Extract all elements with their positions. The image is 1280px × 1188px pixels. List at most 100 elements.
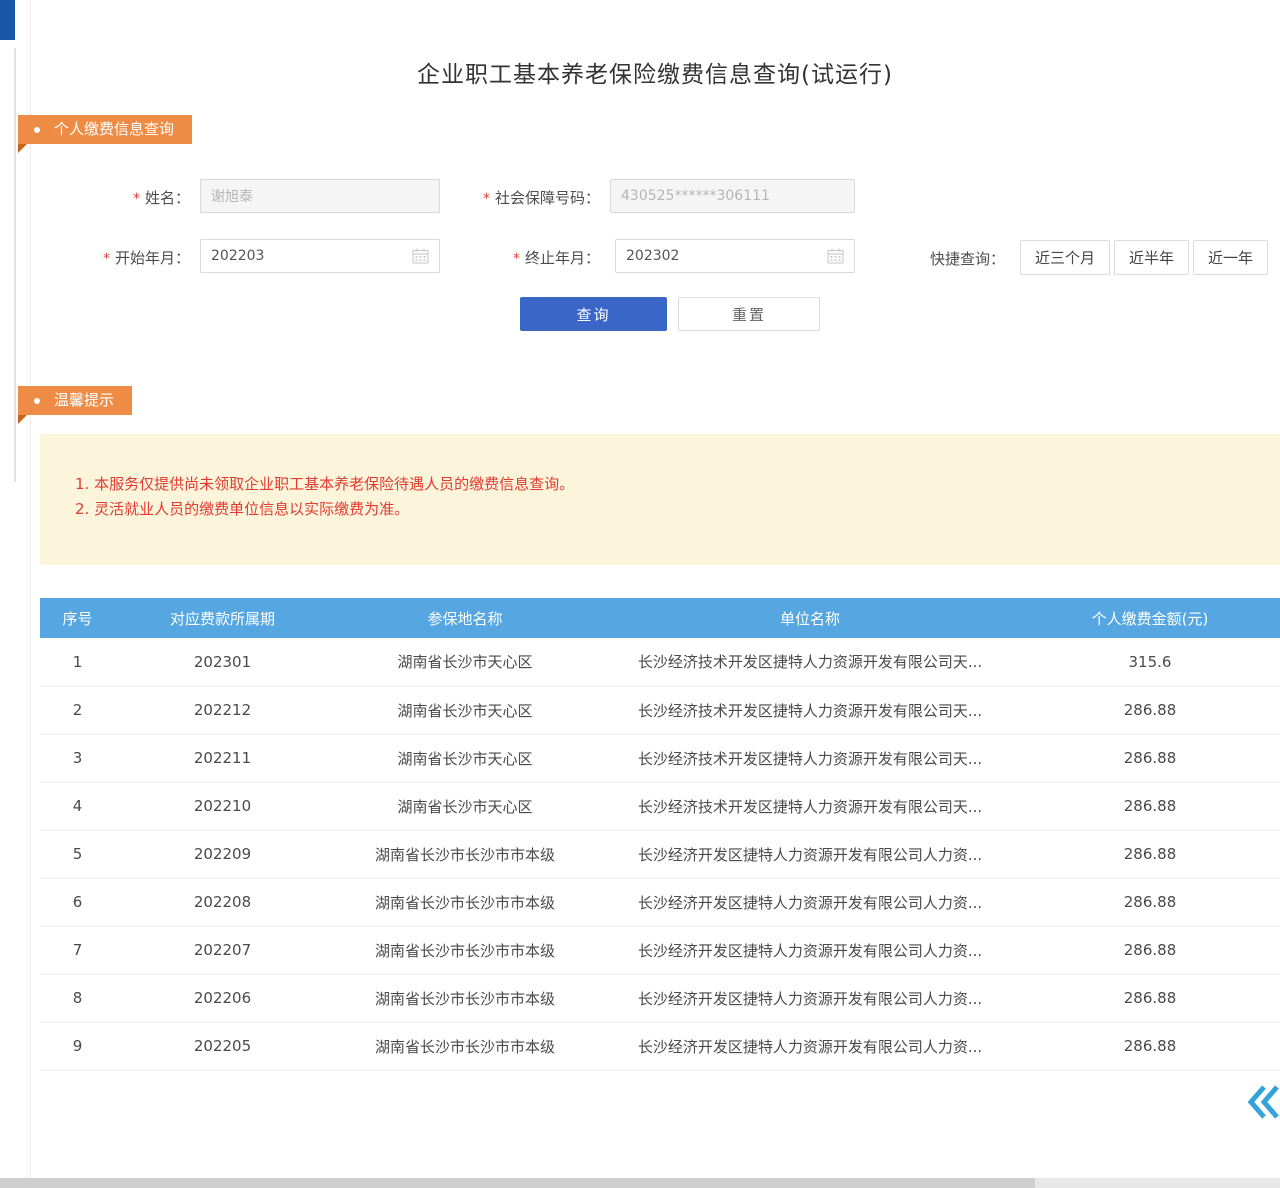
start-date-label: *开始年月： [60, 247, 190, 268]
section-badge-personal-query: 个人缴费信息查询 [18, 115, 192, 144]
table-cell-3: 长沙经济技术开发区捷特人力资源开发有限公司天... [600, 734, 1020, 782]
bullet-icon [34, 398, 40, 404]
table-cell-4: 286.88 [1020, 686, 1280, 734]
notice-line: 2. 灵活就业人员的缴费单位信息以实际缴费为准。 [75, 497, 1250, 522]
table-cell-0: 4 [40, 782, 115, 830]
table-cell-1: 202207 [115, 926, 330, 974]
calendar-icon[interactable] [827, 248, 844, 264]
table-cell-2: 湖南省长沙市长沙市市本级 [330, 974, 600, 1022]
notice-box: 1. 本服务仅提供尚未领取企业职工基本养老保险待遇人员的缴费信息查询。2. 灵活… [40, 434, 1280, 565]
sidebar-accent [0, 0, 15, 40]
table-cell-1: 202210 [115, 782, 330, 830]
table-row: 7202207湖南省长沙市长沙市市本级长沙经济开发区捷特人力资源开发有限公司人力… [40, 926, 1280, 974]
section-badge-label: 个人缴费信息查询 [54, 115, 174, 144]
column-header-2: 参保地名称 [330, 598, 600, 638]
table-row: 4202210湖南省长沙市天心区长沙经济技术开发区捷特人力资源开发有限公司天..… [40, 782, 1280, 830]
table-cell-0: 9 [40, 1022, 115, 1070]
table-cell-0: 3 [40, 734, 115, 782]
quick-query-label: 快捷查询： [930, 248, 1005, 269]
table-cell-4: 286.88 [1020, 1022, 1280, 1070]
page: 企业职工基本养老保险缴费信息查询(试运行) 个人缴费信息查询 *姓名： 谢旭泰 … [0, 0, 1280, 1188]
table-cell-0: 5 [40, 830, 115, 878]
quick-option-1[interactable]: 近半年 [1114, 240, 1189, 275]
table-cell-2: 湖南省长沙市天心区 [330, 638, 600, 686]
table-cell-1: 202206 [115, 974, 330, 1022]
table-row: 2202212湖南省长沙市天心区长沙经济技术开发区捷特人力资源开发有限公司天..… [40, 686, 1280, 734]
table-cell-0: 8 [40, 974, 115, 1022]
table-row: 3202211湖南省长沙市天心区长沙经济技术开发区捷特人力资源开发有限公司天..… [40, 734, 1280, 782]
table-cell-1: 202209 [115, 830, 330, 878]
end-date-input[interactable]: 202302 [615, 239, 855, 273]
table-cell-2: 湖南省长沙市天心区 [330, 686, 600, 734]
section-badge-tips: 温馨提示 [18, 386, 132, 415]
column-header-3: 单位名称 [600, 598, 1020, 638]
required-marker: * [513, 251, 520, 267]
quick-query-group: 近三个月近半年近一年 [1020, 240, 1268, 275]
table-cell-0: 7 [40, 926, 115, 974]
table-cell-1: 202211 [115, 734, 330, 782]
ssn-value: 430525******306111 [621, 188, 770, 204]
table-cell-2: 湖南省长沙市天心区 [330, 782, 600, 830]
table-cell-3: 长沙经济开发区捷特人力资源开发有限公司人力资... [600, 878, 1020, 926]
table-cell-4: 286.88 [1020, 782, 1280, 830]
table-cell-3: 长沙经济技术开发区捷特人力资源开发有限公司天... [600, 638, 1020, 686]
table-cell-0: 1 [40, 638, 115, 686]
table-cell-1: 202301 [115, 638, 330, 686]
ssn-field: 430525******306111 [610, 179, 855, 213]
table-row: 1202301湖南省长沙市天心区长沙经济技术开发区捷特人力资源开发有限公司天..… [40, 638, 1280, 686]
page-title: 企业职工基本养老保险缴费信息查询(试运行) [30, 55, 1280, 89]
column-header-4: 个人缴费金额(元) [1020, 598, 1280, 638]
table-cell-4: 286.88 [1020, 830, 1280, 878]
table-cell-4: 286.88 [1020, 878, 1280, 926]
table-cell-2: 湖南省长沙市长沙市市本级 [330, 1022, 600, 1070]
quick-option-0[interactable]: 近三个月 [1020, 240, 1110, 275]
table-row: 8202206湖南省长沙市长沙市市本级长沙经济开发区捷特人力资源开发有限公司人力… [40, 974, 1280, 1022]
end-date-label: *终止年月： [440, 247, 600, 268]
results-table-wrap: 序号对应费款所属期参保地名称单位名称个人缴费金额(元) 1202301湖南省长沙… [40, 598, 1280, 1071]
query-button[interactable]: 查询 [520, 297, 667, 331]
table-cell-2: 湖南省长沙市长沙市市本级 [330, 926, 600, 974]
name-field: 谢旭泰 [200, 179, 440, 213]
table-row: 9202205湖南省长沙市长沙市市本级长沙经济开发区捷特人力资源开发有限公司人力… [40, 1022, 1280, 1070]
start-date-value: 202203 [211, 248, 264, 264]
table-cell-3: 长沙经济开发区捷特人力资源开发有限公司人力资... [600, 974, 1020, 1022]
bottom-edge-strip-light [1035, 1178, 1280, 1188]
reset-button[interactable]: 重置 [678, 297, 820, 331]
table-cell-1: 202212 [115, 686, 330, 734]
table-cell-4: 315.6 [1020, 638, 1280, 686]
content-panel-edge [30, 0, 31, 1178]
start-date-input[interactable]: 202203 [200, 239, 440, 273]
table-row: 5202209湖南省长沙市长沙市市本级长沙经济开发区捷特人力资源开发有限公司人力… [40, 830, 1280, 878]
table-cell-3: 长沙经济技术开发区捷特人力资源开发有限公司天... [600, 782, 1020, 830]
required-marker: * [133, 191, 140, 207]
bullet-icon [34, 127, 40, 133]
table-row: 6202208湖南省长沙市长沙市市本级长沙经济开发区捷特人力资源开发有限公司人力… [40, 878, 1280, 926]
panel-divider [14, 48, 16, 482]
table-cell-1: 202208 [115, 878, 330, 926]
end-date-value: 202302 [626, 248, 679, 264]
table-cell-0: 6 [40, 878, 115, 926]
name-value: 谢旭泰 [211, 186, 253, 206]
table-cell-4: 286.88 [1020, 926, 1280, 974]
table-cell-3: 长沙经济开发区捷特人力资源开发有限公司人力资... [600, 830, 1020, 878]
section-badge-label: 温馨提示 [54, 386, 114, 415]
results-table: 序号对应费款所属期参保地名称单位名称个人缴费金额(元) 1202301湖南省长沙… [40, 598, 1280, 1071]
table-cell-4: 286.88 [1020, 974, 1280, 1022]
quick-option-2[interactable]: 近一年 [1193, 240, 1268, 275]
table-cell-3: 长沙经济开发区捷特人力资源开发有限公司人力资... [600, 926, 1020, 974]
table-cell-0: 2 [40, 686, 115, 734]
table-cell-2: 湖南省长沙市天心区 [330, 734, 600, 782]
table-cell-2: 湖南省长沙市长沙市市本级 [330, 878, 600, 926]
required-marker: * [103, 251, 110, 267]
required-marker: * [483, 191, 490, 207]
column-header-0: 序号 [40, 598, 115, 638]
bottom-edge-strip [0, 1178, 1035, 1188]
notice-line: 1. 本服务仅提供尚未领取企业职工基本养老保险待遇人员的缴费信息查询。 [75, 472, 1250, 497]
table-cell-3: 长沙经济技术开发区捷特人力资源开发有限公司天... [600, 686, 1020, 734]
calendar-icon[interactable] [412, 248, 429, 264]
collapse-double-chevron-icon[interactable] [1246, 1082, 1280, 1122]
ssn-label: *社会保障号码： [440, 187, 600, 208]
table-cell-2: 湖南省长沙市长沙市市本级 [330, 830, 600, 878]
notice-lines: 1. 本服务仅提供尚未领取企业职工基本养老保险待遇人员的缴费信息查询。2. 灵活… [75, 472, 1250, 522]
table-header-row: 序号对应费款所属期参保地名称单位名称个人缴费金额(元) [40, 598, 1280, 638]
